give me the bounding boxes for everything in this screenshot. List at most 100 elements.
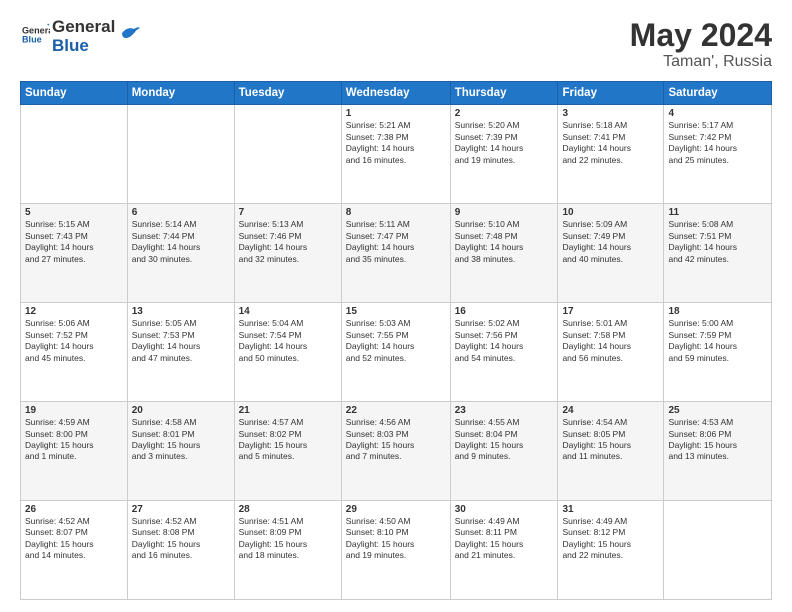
day-info: Sunrise: 4:52 AM Sunset: 8:08 PM Dayligh… xyxy=(132,516,230,562)
day-info: Sunrise: 5:06 AM Sunset: 7:52 PM Dayligh… xyxy=(25,318,123,364)
day-cell: 12Sunrise: 5:06 AM Sunset: 7:52 PM Dayli… xyxy=(21,303,128,402)
day-cell xyxy=(127,105,234,204)
day-info: Sunrise: 5:18 AM Sunset: 7:41 PM Dayligh… xyxy=(562,120,659,166)
day-cell: 30Sunrise: 4:49 AM Sunset: 8:11 PM Dayli… xyxy=(450,501,558,600)
page: General Blue General Blue May 2024 Taman… xyxy=(0,0,792,612)
week-row-3: 19Sunrise: 4:59 AM Sunset: 8:00 PM Dayli… xyxy=(21,402,772,501)
col-header-friday: Friday xyxy=(558,82,664,105)
day-cell xyxy=(21,105,128,204)
day-cell: 23Sunrise: 4:55 AM Sunset: 8:04 PM Dayli… xyxy=(450,402,558,501)
day-number: 11 xyxy=(668,207,767,218)
logo: General Blue General Blue xyxy=(20,18,142,55)
week-row-2: 12Sunrise: 5:06 AM Sunset: 7:52 PM Dayli… xyxy=(21,303,772,402)
day-number: 13 xyxy=(132,306,230,317)
day-info: Sunrise: 5:04 AM Sunset: 7:54 PM Dayligh… xyxy=(239,318,337,364)
day-number: 14 xyxy=(239,306,337,317)
day-number: 21 xyxy=(239,405,337,416)
month-title: May 2024 xyxy=(630,18,772,53)
day-info: Sunrise: 5:10 AM Sunset: 7:48 PM Dayligh… xyxy=(455,219,554,265)
day-cell: 14Sunrise: 5:04 AM Sunset: 7:54 PM Dayli… xyxy=(234,303,341,402)
day-cell: 24Sunrise: 4:54 AM Sunset: 8:05 PM Dayli… xyxy=(558,402,664,501)
day-info: Sunrise: 5:03 AM Sunset: 7:55 PM Dayligh… xyxy=(346,318,446,364)
day-info: Sunrise: 5:01 AM Sunset: 7:58 PM Dayligh… xyxy=(562,318,659,364)
day-info: Sunrise: 4:54 AM Sunset: 8:05 PM Dayligh… xyxy=(562,417,659,463)
day-number: 7 xyxy=(239,207,337,218)
day-cell: 26Sunrise: 4:52 AM Sunset: 8:07 PM Dayli… xyxy=(21,501,128,600)
day-number: 8 xyxy=(346,207,446,218)
day-cell xyxy=(664,501,772,600)
day-cell: 15Sunrise: 5:03 AM Sunset: 7:55 PM Dayli… xyxy=(341,303,450,402)
day-cell: 18Sunrise: 5:00 AM Sunset: 7:59 PM Dayli… xyxy=(664,303,772,402)
day-cell: 1Sunrise: 5:21 AM Sunset: 7:38 PM Daylig… xyxy=(341,105,450,204)
day-number: 9 xyxy=(455,207,554,218)
day-cell xyxy=(234,105,341,204)
day-cell: 21Sunrise: 4:57 AM Sunset: 8:02 PM Dayli… xyxy=(234,402,341,501)
header-row: SundayMondayTuesdayWednesdayThursdayFrid… xyxy=(21,82,772,105)
header: General Blue General Blue May 2024 Taman… xyxy=(20,18,772,71)
day-cell: 11Sunrise: 5:08 AM Sunset: 7:51 PM Dayli… xyxy=(664,204,772,303)
day-cell: 5Sunrise: 5:15 AM Sunset: 7:43 PM Daylig… xyxy=(21,204,128,303)
day-number: 27 xyxy=(132,504,230,515)
day-info: Sunrise: 4:50 AM Sunset: 8:10 PM Dayligh… xyxy=(346,516,446,562)
calendar-table: SundayMondayTuesdayWednesdayThursdayFrid… xyxy=(20,81,772,600)
day-number: 22 xyxy=(346,405,446,416)
day-number: 4 xyxy=(668,108,767,119)
col-header-tuesday: Tuesday xyxy=(234,82,341,105)
day-info: Sunrise: 4:59 AM Sunset: 8:00 PM Dayligh… xyxy=(25,417,123,463)
day-info: Sunrise: 5:21 AM Sunset: 7:38 PM Dayligh… xyxy=(346,120,446,166)
day-info: Sunrise: 5:00 AM Sunset: 7:59 PM Dayligh… xyxy=(668,318,767,364)
day-cell: 2Sunrise: 5:20 AM Sunset: 7:39 PM Daylig… xyxy=(450,105,558,204)
day-number: 31 xyxy=(562,504,659,515)
day-cell: 19Sunrise: 4:59 AM Sunset: 8:00 PM Dayli… xyxy=(21,402,128,501)
logo-bird-icon xyxy=(120,24,142,42)
day-number: 2 xyxy=(455,108,554,119)
day-info: Sunrise: 4:53 AM Sunset: 8:06 PM Dayligh… xyxy=(668,417,767,463)
col-header-sunday: Sunday xyxy=(21,82,128,105)
day-number: 15 xyxy=(346,306,446,317)
day-cell: 29Sunrise: 4:50 AM Sunset: 8:10 PM Dayli… xyxy=(341,501,450,600)
day-info: Sunrise: 4:55 AM Sunset: 8:04 PM Dayligh… xyxy=(455,417,554,463)
day-info: Sunrise: 4:49 AM Sunset: 8:12 PM Dayligh… xyxy=(562,516,659,562)
day-info: Sunrise: 5:05 AM Sunset: 7:53 PM Dayligh… xyxy=(132,318,230,364)
logo-general: General xyxy=(52,18,115,37)
day-cell: 8Sunrise: 5:11 AM Sunset: 7:47 PM Daylig… xyxy=(341,204,450,303)
day-info: Sunrise: 5:11 AM Sunset: 7:47 PM Dayligh… xyxy=(346,219,446,265)
day-number: 17 xyxy=(562,306,659,317)
day-cell: 20Sunrise: 4:58 AM Sunset: 8:01 PM Dayli… xyxy=(127,402,234,501)
location-title: Taman', Russia xyxy=(630,53,772,71)
day-number: 3 xyxy=(562,108,659,119)
day-info: Sunrise: 4:57 AM Sunset: 8:02 PM Dayligh… xyxy=(239,417,337,463)
day-info: Sunrise: 5:14 AM Sunset: 7:44 PM Dayligh… xyxy=(132,219,230,265)
day-number: 6 xyxy=(132,207,230,218)
col-header-monday: Monday xyxy=(127,82,234,105)
day-cell: 27Sunrise: 4:52 AM Sunset: 8:08 PM Dayli… xyxy=(127,501,234,600)
day-number: 26 xyxy=(25,504,123,515)
day-info: Sunrise: 5:20 AM Sunset: 7:39 PM Dayligh… xyxy=(455,120,554,166)
day-cell: 28Sunrise: 4:51 AM Sunset: 8:09 PM Dayli… xyxy=(234,501,341,600)
day-cell: 31Sunrise: 4:49 AM Sunset: 8:12 PM Dayli… xyxy=(558,501,664,600)
day-number: 30 xyxy=(455,504,554,515)
day-number: 20 xyxy=(132,405,230,416)
svg-text:Blue: Blue xyxy=(22,35,42,45)
day-number: 5 xyxy=(25,207,123,218)
day-info: Sunrise: 4:58 AM Sunset: 8:01 PM Dayligh… xyxy=(132,417,230,463)
week-row-4: 26Sunrise: 4:52 AM Sunset: 8:07 PM Dayli… xyxy=(21,501,772,600)
title-block: May 2024 Taman', Russia xyxy=(630,18,772,71)
day-cell: 22Sunrise: 4:56 AM Sunset: 8:03 PM Dayli… xyxy=(341,402,450,501)
day-number: 25 xyxy=(668,405,767,416)
day-cell: 10Sunrise: 5:09 AM Sunset: 7:49 PM Dayli… xyxy=(558,204,664,303)
col-header-wednesday: Wednesday xyxy=(341,82,450,105)
day-number: 29 xyxy=(346,504,446,515)
day-number: 10 xyxy=(562,207,659,218)
day-cell: 9Sunrise: 5:10 AM Sunset: 7:48 PM Daylig… xyxy=(450,204,558,303)
day-number: 19 xyxy=(25,405,123,416)
day-number: 23 xyxy=(455,405,554,416)
day-info: Sunrise: 4:49 AM Sunset: 8:11 PM Dayligh… xyxy=(455,516,554,562)
day-cell: 16Sunrise: 5:02 AM Sunset: 7:56 PM Dayli… xyxy=(450,303,558,402)
logo-blue: Blue xyxy=(52,37,115,56)
day-number: 1 xyxy=(346,108,446,119)
day-number: 18 xyxy=(668,306,767,317)
day-info: Sunrise: 5:17 AM Sunset: 7:42 PM Dayligh… xyxy=(668,120,767,166)
day-cell: 4Sunrise: 5:17 AM Sunset: 7:42 PM Daylig… xyxy=(664,105,772,204)
day-number: 12 xyxy=(25,306,123,317)
